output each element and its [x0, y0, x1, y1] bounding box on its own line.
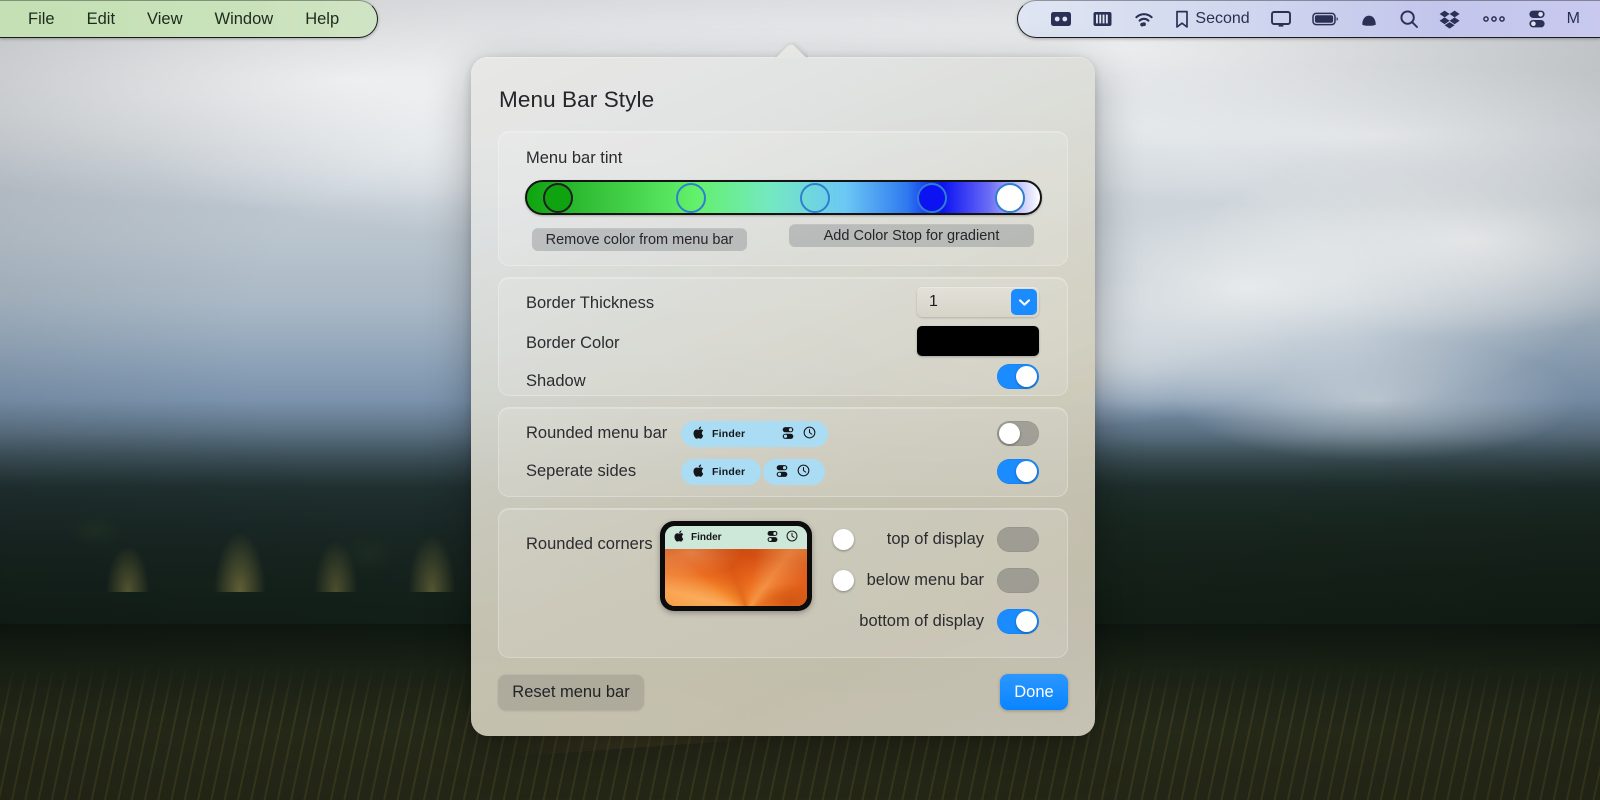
border-settings-group: Border Thickness 1 Border Color Shadow: [498, 277, 1068, 396]
menu-bar-right-section: Second M: [1017, 0, 1600, 38]
menu-bar-style-popover: Menu Bar Style Menu bar tint Remove colo…: [471, 57, 1095, 736]
separate-sides-toggle[interactable]: [997, 459, 1039, 484]
bookmark-icon: [1176, 10, 1189, 28]
control-center-icon[interactable]: [1517, 0, 1557, 38]
preview-app-name: Finder: [712, 428, 746, 440]
shadow-label: Shadow: [526, 372, 586, 390]
menu-item-window[interactable]: Window: [199, 11, 290, 28]
dropbox-icon[interactable]: [1429, 0, 1471, 38]
menu-item-file[interactable]: File: [12, 11, 71, 28]
apple-logo-icon: [665, 530, 691, 545]
toggle-knob: [833, 570, 854, 591]
display-preview-app-name: Finder: [691, 532, 722, 543]
rounded-menu-bar-label: Rounded menu bar: [526, 424, 668, 442]
border-thickness-select[interactable]: 1: [917, 287, 1039, 317]
separate-sides-preview-right[interactable]: [763, 459, 825, 485]
separate-sides-preview-left[interactable]: Finder: [681, 459, 761, 485]
clock-icon-mini: [797, 464, 810, 480]
gradient-stop-3[interactable]: [800, 182, 831, 213]
toggle-knob: [1016, 366, 1037, 387]
bell-icon[interactable]: [1349, 0, 1389, 38]
clock-icon-mini: [786, 530, 798, 545]
preview-app-name: Finder: [712, 466, 746, 478]
border-color-swatch[interactable]: [917, 326, 1039, 356]
bookmark-second-label: Second: [1195, 10, 1250, 27]
display-preview[interactable]: Finder: [660, 521, 812, 611]
toggle-knob: [1016, 461, 1037, 482]
display-preview-menubar: Finder: [665, 526, 807, 549]
menu-bar-shape-group: Rounded menu bar Finder Seperate sides F…: [498, 407, 1068, 497]
corner-option-bottom-of-display: bottom of display: [831, 609, 1039, 634]
display-icon[interactable]: [1260, 0, 1302, 38]
overflow-menu-icon[interactable]: [1471, 0, 1517, 38]
bartender-icon[interactable]: [1040, 0, 1082, 38]
clock-icon-mini: [803, 426, 816, 442]
popover-arrow: [774, 42, 808, 58]
spotlight-search-icon[interactable]: [1389, 0, 1429, 38]
gradient-slider[interactable]: [525, 180, 1042, 215]
gradient-stop-2[interactable]: [675, 182, 706, 213]
gradient-stop-4[interactable]: [916, 182, 947, 213]
toggle-knob: [999, 423, 1020, 444]
desktop-background: File Edit View Window Help Second M Menu…: [0, 0, 1600, 800]
add-color-stop-button[interactable]: Add Color Stop for gradient: [789, 224, 1034, 247]
done-button[interactable]: Done: [1000, 674, 1068, 710]
border-thickness-value: 1: [929, 293, 938, 310]
border-thickness-label: Border Thickness: [526, 294, 655, 312]
page-title: Menu Bar Style: [499, 87, 655, 112]
menu-bar-left-section: File Edit View Window Help: [0, 0, 379, 38]
menu-item-edit[interactable]: Edit: [71, 11, 131, 28]
display-preview-wallpaper: [665, 549, 807, 606]
corner-option-top-of-display: top of display: [831, 527, 1039, 552]
corner-option-label: bottom of display: [859, 612, 984, 630]
rounded-menu-bar-toggle[interactable]: [997, 421, 1039, 446]
clipped-menu-letter[interactable]: M: [1557, 0, 1590, 38]
toggle-knob: [1016, 611, 1037, 632]
display-preview-screen: Finder: [665, 526, 807, 606]
chevron-down-icon[interactable]: [1011, 289, 1037, 315]
apple-logo-icon: [681, 464, 712, 480]
menu-item-view[interactable]: View: [131, 11, 198, 28]
menu-bar-tint-label: Menu bar tint: [526, 149, 623, 167]
rounded-corners-label: Rounded corners: [526, 535, 653, 553]
separate-sides-label: Seperate sides: [526, 462, 637, 480]
rounded-corners-group: Rounded corners Finder top of display be…: [498, 508, 1068, 658]
top-of-display-toggle[interactable]: [833, 527, 1039, 552]
below-menu-bar-toggle[interactable]: [833, 568, 1039, 593]
apple-logo-icon: [681, 426, 712, 442]
gradient-stop-1[interactable]: [543, 182, 574, 213]
control-center-icon-mini: [775, 464, 789, 481]
gradient-stop-5[interactable]: [994, 182, 1025, 213]
shadow-toggle[interactable]: [997, 364, 1039, 389]
toggle-knob: [833, 529, 854, 550]
corner-option-below-menu-bar: below menu bar: [831, 568, 1039, 593]
border-color-label: Border Color: [526, 334, 620, 352]
bookmark-second-item[interactable]: Second: [1165, 0, 1259, 38]
corner-option-label: below menu bar: [866, 571, 984, 589]
battery-icon[interactable]: [1302, 0, 1349, 38]
menu-bar-tint-group: Menu bar tint Remove color from menu bar…: [498, 131, 1068, 266]
reset-menu-bar-button[interactable]: Reset menu bar: [498, 674, 644, 710]
keyboard-icon[interactable]: [1082, 0, 1123, 38]
bottom-of-display-toggle[interactable]: [997, 609, 1039, 634]
corner-option-label: top of display: [886, 530, 984, 548]
menu-item-help[interactable]: Help: [289, 11, 355, 28]
control-center-icon-mini: [766, 530, 779, 546]
wifi-icon[interactable]: [1123, 0, 1165, 38]
remove-color-button[interactable]: Remove color from menu bar: [532, 228, 747, 251]
control-center-icon-mini: [781, 426, 795, 443]
rounded-menu-bar-preview[interactable]: Finder: [681, 421, 828, 447]
